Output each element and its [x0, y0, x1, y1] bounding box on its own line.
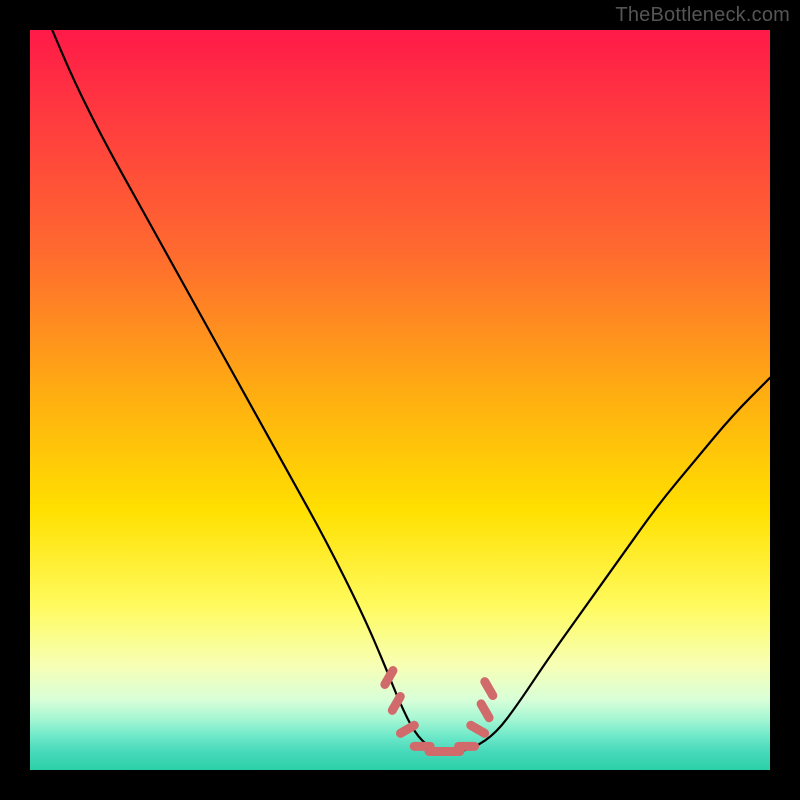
watermark-text: TheBottleneck.com	[615, 4, 790, 27]
chart-frame: TheBottleneck.com	[0, 0, 800, 800]
plot-area	[30, 30, 770, 770]
chart-svg	[30, 30, 770, 770]
gradient-background	[30, 30, 770, 770]
